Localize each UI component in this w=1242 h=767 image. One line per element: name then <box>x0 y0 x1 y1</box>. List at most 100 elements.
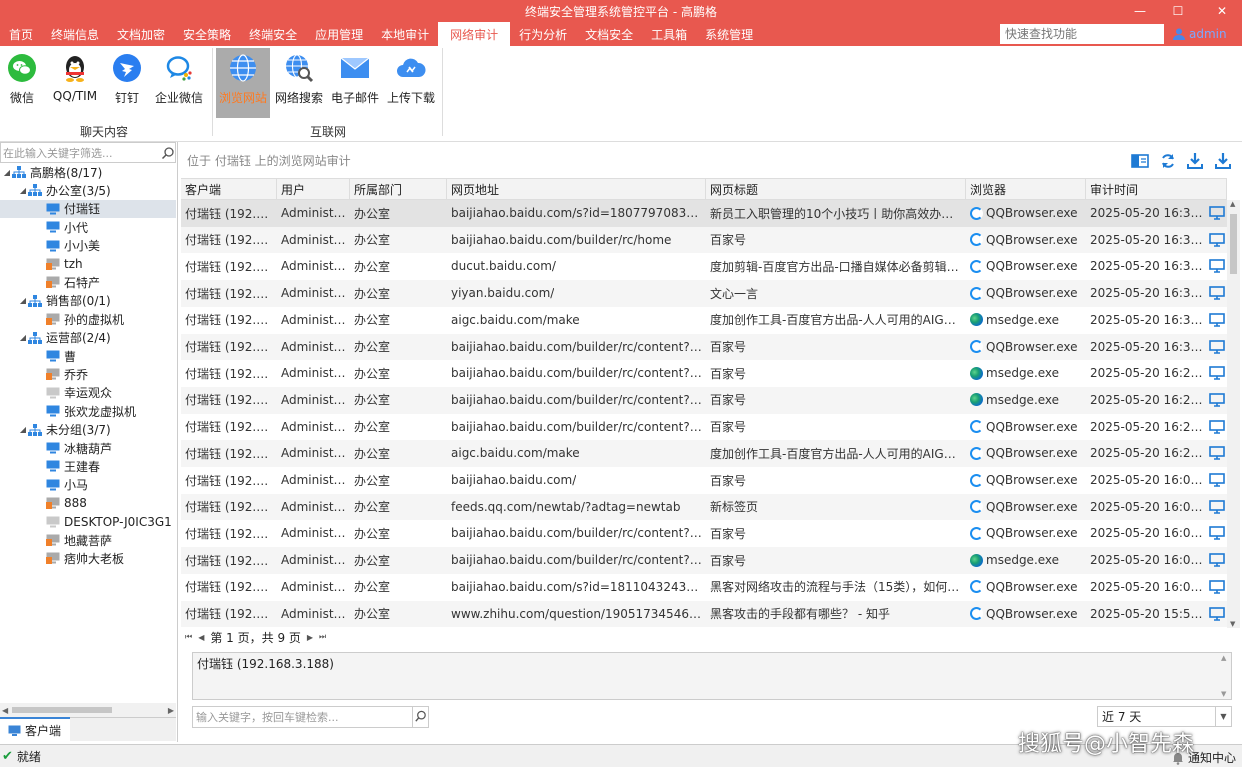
remote-desktop-icon[interactable] <box>1209 526 1225 541</box>
tree-client[interactable]: 小小美 <box>0 237 176 255</box>
expand-toggle-icon[interactable]: ◢ <box>18 186 28 195</box>
expand-toggle-icon[interactable]: ◢ <box>2 168 12 177</box>
table-row[interactable]: 付瑞钰 (192.168.3.188) Administrator 办公室 baiji… <box>181 414 1227 441</box>
detail-scrollbar[interactable]: ▲ ▼ <box>1219 652 1232 700</box>
ribbon-upload-download-button[interactable]: 上传下载 <box>384 48 438 118</box>
tree-client[interactable]: 付瑞钰 <box>0 199 176 218</box>
table-row[interactable]: 付瑞钰 (192.168.3.188) Administrator 办公室 yiyan… <box>181 280 1227 307</box>
table-vertical-scrollbar[interactable]: ▲ ▼ <box>1227 200 1240 628</box>
tree-client[interactable]: 地藏菩萨 <box>0 531 176 549</box>
table-row[interactable]: 付瑞钰 (192.168.3.188) Administrator 办公室 feeds… <box>181 493 1227 521</box>
ribbon-wechat-button[interactable]: 微信 <box>0 48 49 118</box>
remote-desktop-icon[interactable] <box>1209 579 1225 594</box>
column-layout-icon[interactable] <box>1131 152 1149 170</box>
column-header[interactable]: 网页地址 <box>447 179 706 200</box>
table-row[interactable]: 付瑞钰 (192.168.3.188) Administrator 办公室 baiji… <box>181 547 1227 574</box>
table-row[interactable]: 付瑞钰 (192.168.3.188) Administrator 办公室 www.z… <box>181 600 1227 628</box>
remote-desktop-icon[interactable] <box>1209 366 1225 380</box>
remote-desktop-icon[interactable] <box>1209 499 1225 514</box>
prev-page-icon[interactable]: ◀ <box>198 633 204 642</box>
remote-desktop-icon[interactable] <box>1209 473 1225 487</box>
ribbon-qq-button[interactable]: QQ/TIM <box>48 48 102 118</box>
tree-client[interactable]: 888 <box>0 494 176 512</box>
expand-toggle-icon[interactable]: ◢ <box>18 425 28 434</box>
tree-client[interactable]: DESKTOP-J0IC3G1 <box>0 513 176 531</box>
remote-desktop-icon[interactable] <box>1209 446 1225 461</box>
table-row[interactable]: 付瑞钰 (192.168.3.188) Administrator 办公室 baiji… <box>181 200 1227 227</box>
menu-item-10[interactable]: 工具箱 <box>642 22 696 46</box>
tree-client[interactable]: 痞帅大老板 <box>0 549 176 567</box>
tree-group[interactable]: ◢ 未分组(3/7) <box>0 421 176 439</box>
table-row[interactable]: 付瑞钰 (192.168.3.188) Administrator 办公室 baiji… <box>181 467 1227 494</box>
tree-client[interactable]: 幸运观众 <box>0 384 176 402</box>
tree-client[interactable]: 冰糖葫芦 <box>0 439 176 457</box>
table-row[interactable]: 付瑞钰 (192.168.3.188) Administrator 办公室 baiji… <box>181 520 1227 547</box>
tree-client[interactable]: 张欢龙虚拟机 <box>0 402 176 420</box>
scroll-left-icon[interactable]: ◀ <box>2 706 8 715</box>
column-header[interactable]: 浏览器 <box>966 179 1086 200</box>
download-icon[interactable] <box>1214 152 1232 170</box>
minimize-button[interactable]: — <box>1120 0 1160 22</box>
maximize-button[interactable]: ☐ <box>1158 0 1198 22</box>
remote-desktop-icon[interactable] <box>1209 606 1225 621</box>
menu-item-11[interactable]: 系统管理 <box>696 22 762 46</box>
table-row[interactable]: 付瑞钰 (192.168.3.188) Administrator 办公室 baiji… <box>181 386 1227 414</box>
table-row[interactable]: 付瑞钰 (192.168.3.188) Administrator 办公室 baiji… <box>181 360 1227 387</box>
tree-client[interactable]: 乔乔 <box>0 365 176 383</box>
table-row[interactable]: 付瑞钰 (192.168.3.188) Administrator 办公室 aigc.… <box>181 440 1227 467</box>
tree-client[interactable]: 王建春 <box>0 457 176 475</box>
next-page-icon[interactable]: ▶ <box>307 633 313 642</box>
ribbon-email-button[interactable]: 电子邮件 <box>328 48 382 118</box>
table-row[interactable]: 付瑞钰 (192.168.3.188) Administrator 办公室 baiji… <box>181 333 1227 361</box>
close-button[interactable]: ✕ <box>1202 0 1242 22</box>
ribbon-wecom-button[interactable]: 企业微信 <box>152 48 206 118</box>
menu-item-0[interactable]: 首页 <box>0 22 42 46</box>
tree-group[interactable]: ◢ 办公室(3/5) <box>0 181 176 199</box>
first-page-icon[interactable]: ⏮ <box>185 632 192 642</box>
expand-toggle-icon[interactable]: ◢ <box>18 296 28 305</box>
table-row[interactable]: 付瑞钰 (192.168.3.188) Administrator 办公室 aigc.… <box>181 307 1227 334</box>
menu-item-9[interactable]: 文档安全 <box>576 22 642 46</box>
column-header[interactable]: 客户端 <box>181 179 277 200</box>
menu-item-2[interactable]: 文档加密 <box>108 22 174 46</box>
scroll-up-icon[interactable]: ▲ <box>1221 654 1226 662</box>
detail-box[interactable]: 付瑞钰 (192.168.3.188) <box>192 652 1232 700</box>
scroll-up-icon[interactable]: ▲ <box>1230 200 1235 208</box>
export-icon[interactable] <box>1186 152 1204 170</box>
tab-clients[interactable]: 客户端 <box>0 717 70 741</box>
search-icon[interactable] <box>161 146 175 160</box>
expand-toggle-icon[interactable]: ◢ <box>18 333 28 342</box>
remote-desktop-icon[interactable] <box>1209 206 1225 220</box>
menu-item-7[interactable]: 网络审计 <box>438 22 511 46</box>
ribbon-browse-web-button[interactable]: 浏览网站 <box>216 48 270 118</box>
remote-desktop-icon[interactable] <box>1209 259 1225 274</box>
tree-root[interactable]: ◢ 高鹏格(8/17) <box>0 163 176 181</box>
tree-client[interactable]: 石特产 <box>0 273 176 291</box>
table-row[interactable]: 付瑞钰 (192.168.3.188) Administrator 办公室 baiji… <box>181 574 1227 601</box>
menu-item-3[interactable]: 安全策略 <box>174 22 240 46</box>
menu-item-6[interactable]: 本地审计 <box>372 22 438 46</box>
column-header[interactable]: 所属部门 <box>350 179 447 200</box>
scroll-down-icon[interactable]: ▼ <box>1221 690 1226 698</box>
tree-client[interactable]: 曹 <box>0 347 176 365</box>
scrollbar-thumb[interactable] <box>12 707 112 713</box>
column-header[interactable]: 审计时间 <box>1086 179 1227 200</box>
ribbon-dingtalk-button[interactable]: 钉钉 <box>100 48 154 118</box>
refresh-icon[interactable] <box>1159 152 1177 170</box>
tree-client[interactable]: 小代 <box>0 218 176 236</box>
chevron-down-icon[interactable]: ▼ <box>1215 707 1231 726</box>
remote-desktop-icon[interactable] <box>1209 232 1225 247</box>
remote-desktop-icon[interactable] <box>1209 286 1225 300</box>
last-page-icon[interactable]: ⏭ <box>319 632 326 642</box>
remote-desktop-icon[interactable] <box>1209 553 1225 567</box>
search-icon[interactable] <box>412 707 428 727</box>
menu-item-4[interactable]: 终端安全 <box>240 22 306 46</box>
column-header[interactable]: 用户 <box>277 179 350 200</box>
remote-desktop-icon[interactable] <box>1209 419 1225 434</box>
date-range-select[interactable]: 近 7 天 ▼ <box>1097 706 1232 727</box>
tree-client[interactable]: 孙的虚拟机 <box>0 310 176 328</box>
menu-item-8[interactable]: 行为分析 <box>510 22 576 46</box>
scrollbar-thumb[interactable] <box>1230 214 1237 274</box>
tree-client[interactable]: tzh <box>0 255 176 273</box>
remote-desktop-icon[interactable] <box>1209 339 1225 354</box>
